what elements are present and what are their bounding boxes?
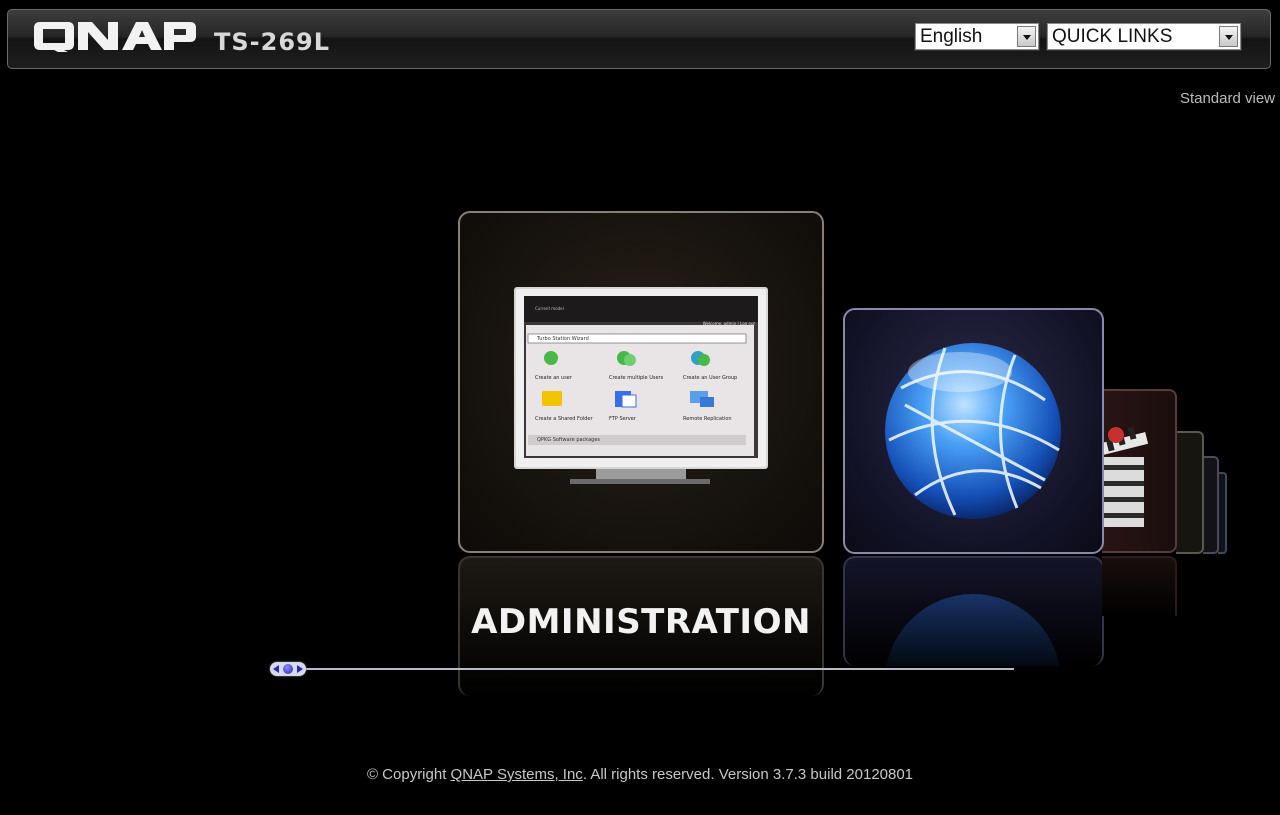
screen-item-label: Remote Replication — [683, 416, 732, 422]
language-select[interactable]: English — [914, 22, 1040, 51]
footer-copyright: © Copyright QNAP Systems, Inc. All right… — [0, 766, 1280, 783]
clapperboard-icon — [1102, 426, 1149, 527]
top-header-bar: TS-269L English QUICK LINKS — [7, 9, 1271, 69]
screen-item-label: Create an User Group — [683, 375, 738, 381]
screen-item-label: Create a Shared Folder — [535, 416, 593, 422]
arrow-right-icon — [297, 665, 303, 673]
globe-icon — [885, 343, 1061, 519]
screen-item-label: Create multiple Users — [609, 375, 664, 381]
chevron-down-icon[interactable] — [1017, 26, 1036, 47]
carousel-card-administration[interactable]: Current model Welcome, admin | Log out T… — [458, 211, 824, 553]
screen-user-info: Welcome, admin | Log out — [702, 321, 755, 326]
carousel-card-stack-2[interactable] — [1203, 456, 1219, 554]
carousel-card-stack-1[interactable] — [1176, 431, 1204, 554]
monitor-screen-content: Current model Welcome, admin | Log out T… — [535, 305, 755, 455]
screen-item-label: Create an user — [535, 375, 572, 381]
standard-view-link[interactable]: Standard view — [1180, 90, 1275, 107]
quick-links-select[interactable]: QUICK LINKS — [1046, 22, 1242, 51]
carousel-card-web-server[interactable] — [843, 308, 1104, 554]
handle-knob — [283, 664, 293, 674]
screen-wizard-title: Turbo Station Wizard — [537, 336, 589, 342]
card-reflection — [1102, 556, 1177, 616]
chevron-down-icon[interactable] — [1219, 26, 1238, 47]
arrow-left-icon — [273, 665, 279, 673]
screen-item-label: FTP Server — [609, 416, 636, 422]
screen-tab-label: Current model — [535, 306, 564, 311]
carousel-card-multimedia[interactable] — [1102, 389, 1177, 553]
screen-bottom-label: QPKG Software packages — [537, 437, 601, 443]
carousel-scroll-track[interactable] — [298, 668, 1014, 670]
copyright-prefix: © Copyright — [366, 766, 451, 783]
carousel-active-title: ADMINISTRATION — [471, 602, 811, 642]
language-select-value: English — [920, 26, 983, 47]
carousel-scroll-handle[interactable] — [270, 662, 306, 676]
card-reflection — [843, 556, 1104, 666]
device-model: TS-269L — [214, 28, 331, 56]
quick-links-select-value: QUICK LINKS — [1052, 26, 1173, 47]
qnap-logo — [34, 22, 196, 52]
company-link[interactable]: QNAP Systems, Inc — [451, 766, 583, 783]
copyright-suffix: . All rights reserved. Version 3.7.3 bui… — [582, 766, 914, 783]
carousel-card-stack-3[interactable] — [1218, 472, 1227, 554]
